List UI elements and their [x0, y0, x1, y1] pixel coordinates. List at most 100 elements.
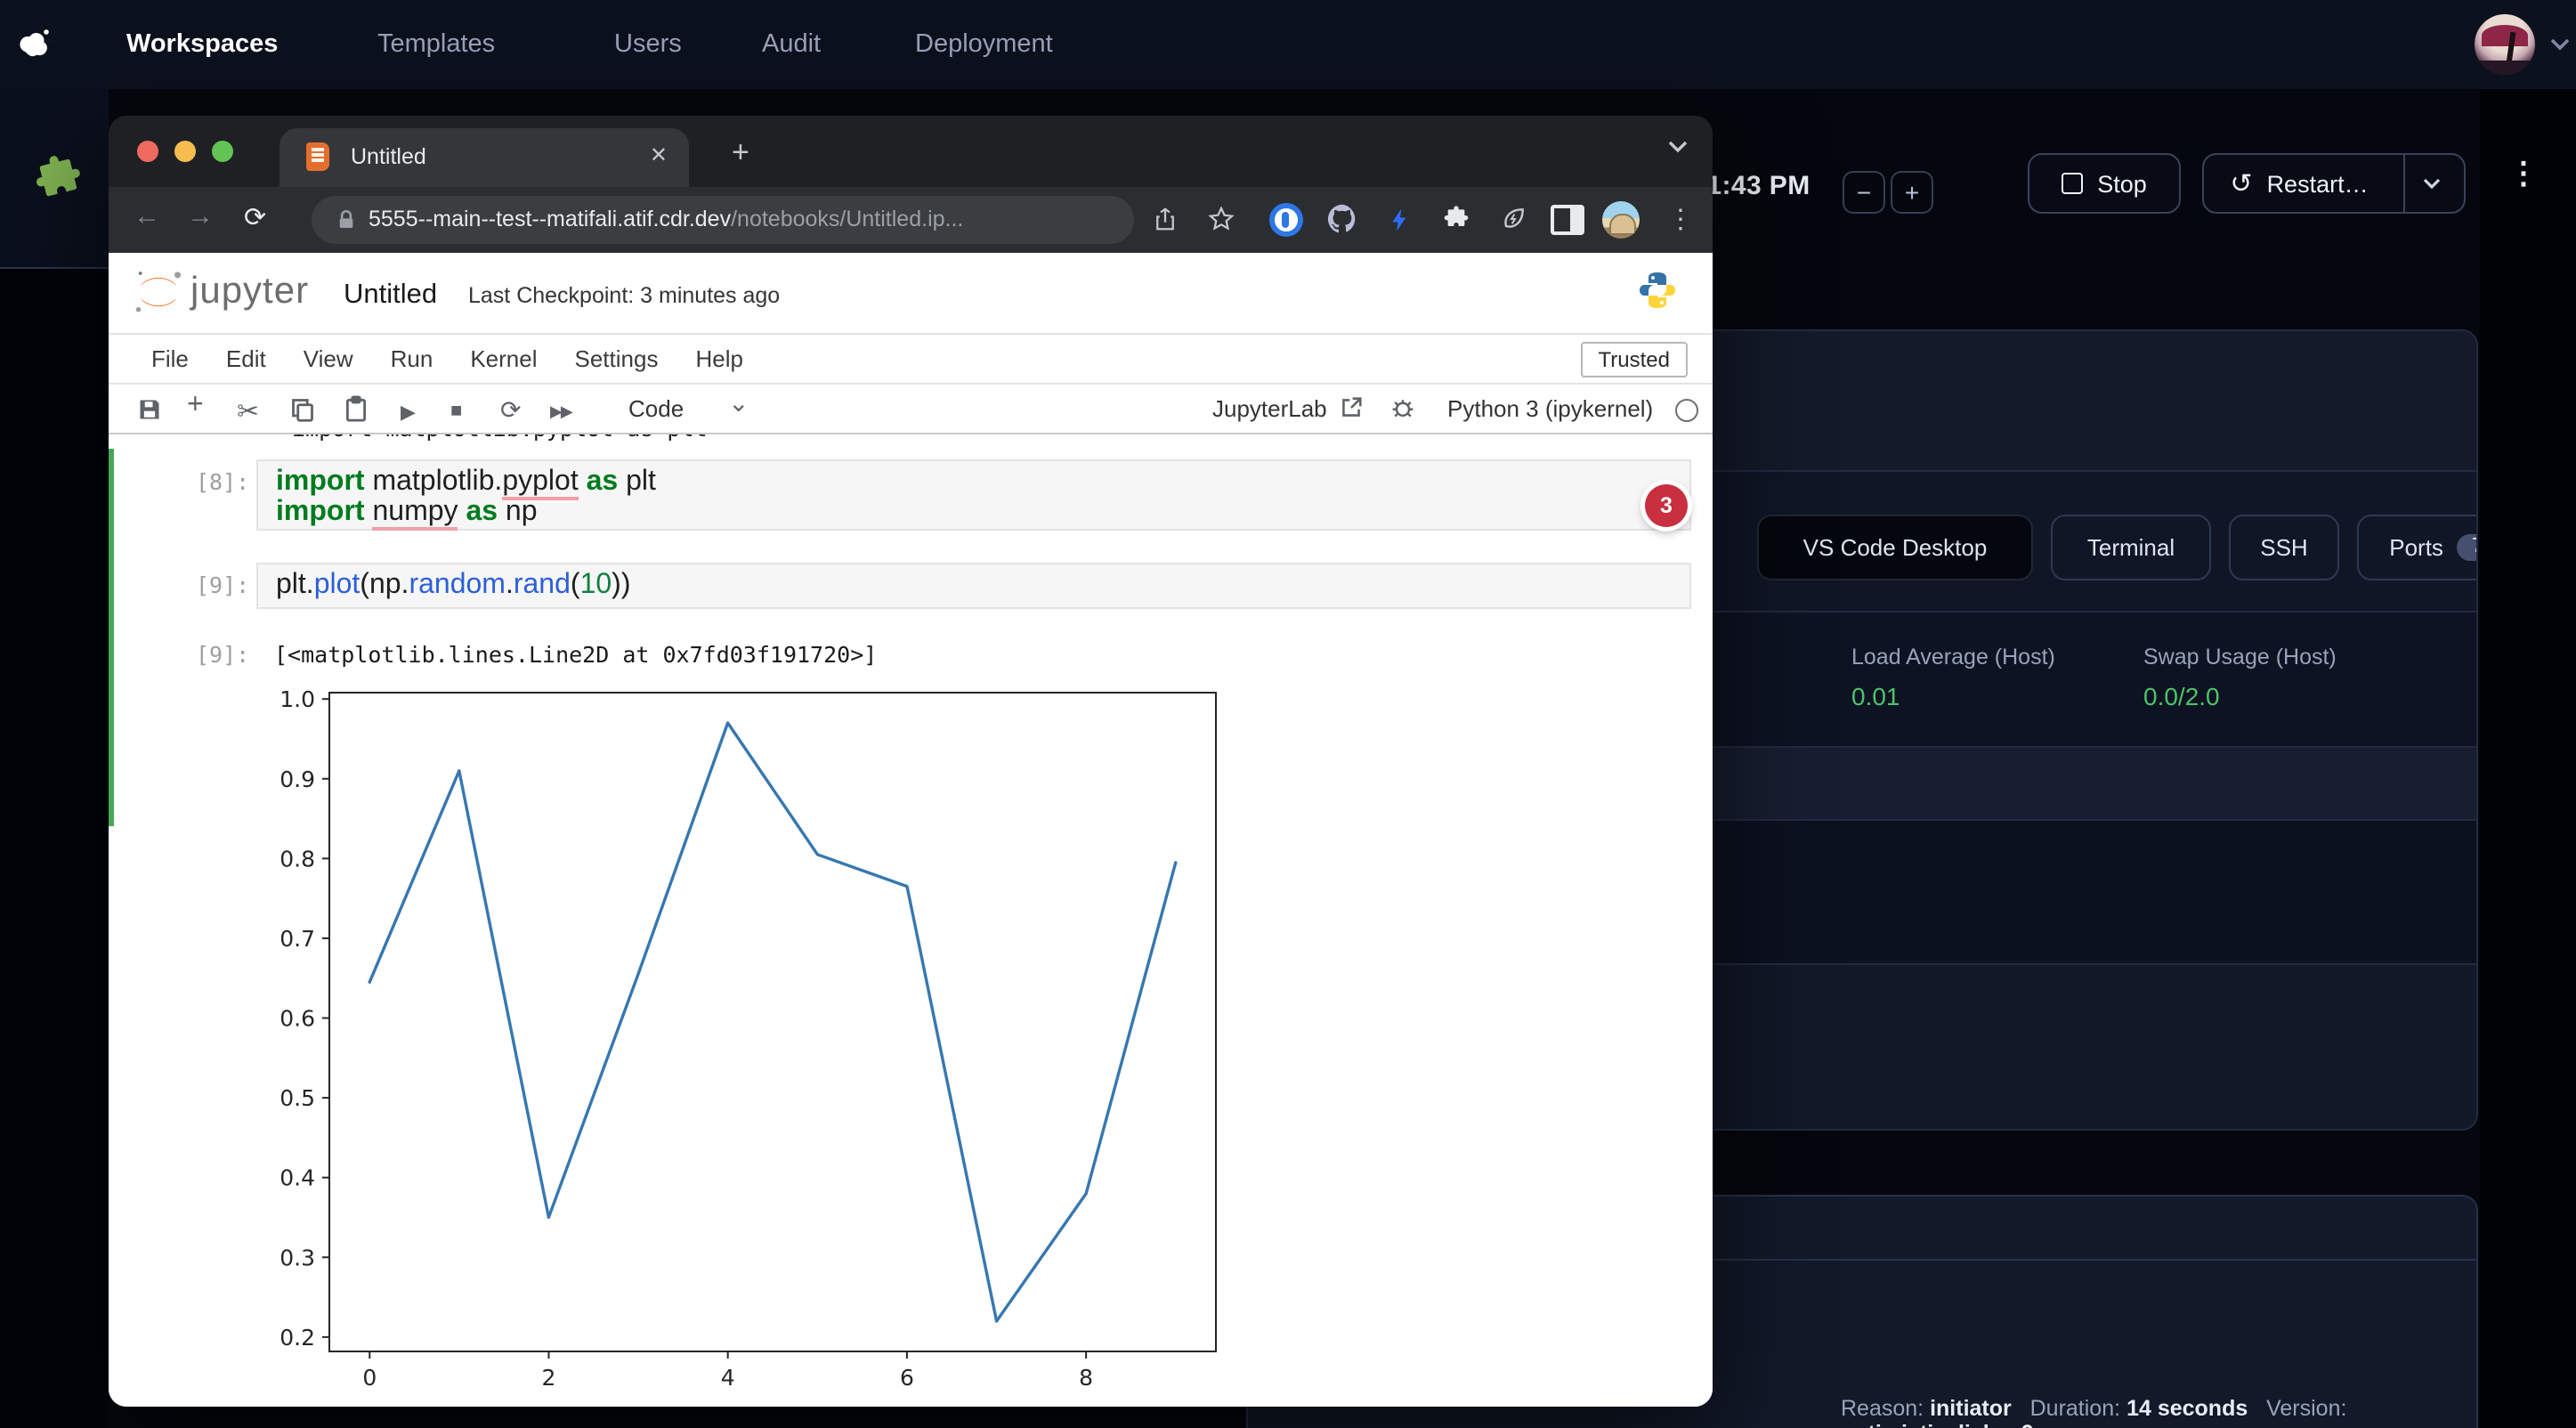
nav-users[interactable]: Users — [614, 0, 682, 89]
nav-deployment[interactable]: Deployment — [915, 0, 1053, 89]
debugger-bug-icon[interactable] — [1390, 395, 1415, 420]
external-link-icon — [1341, 397, 1362, 418]
save-icon[interactable] — [137, 397, 162, 422]
code-cell[interactable]: import matplotlib.pyplot as pltimport nu… — [256, 459, 1691, 531]
reload-icon[interactable]: ⟳ — [244, 201, 266, 233]
new-tab-button[interactable]: + — [732, 135, 749, 171]
bookmark-star-icon[interactable] — [1202, 199, 1241, 239]
stat-value: 0.0/2.0 — [2143, 682, 2337, 710]
menu-kernel[interactable]: Kernel — [470, 345, 537, 371]
app-button-ssh[interactable]: SSH — [2229, 515, 2339, 580]
svg-text:2: 2 — [542, 1365, 556, 1391]
app-button-ports[interactable]: Ports 7 — [2357, 515, 2478, 580]
kernel-status-icon — [1675, 399, 1698, 422]
browser-kebab-icon[interactable]: ⋮ — [1661, 199, 1700, 239]
left-sidebar-top — [0, 89, 109, 269]
menu-view[interactable]: View — [304, 345, 353, 371]
decrease-button[interactable]: − — [1843, 171, 1885, 214]
window-close-button[interactable] — [137, 141, 158, 162]
checkpoint-status: Last Checkpoint: 3 minutes ago — [468, 283, 780, 308]
jupyter-page: jupyter Untitled Last Checkpoint: 3 minu… — [109, 253, 1713, 1407]
window-zoom-button[interactable] — [212, 141, 233, 162]
menu-help[interactable]: Help — [695, 345, 743, 371]
top-navbar: Workspaces Templates Users Audit Deploym… — [0, 0, 2576, 89]
jupyterlab-link[interactable]: JupyterLab — [1212, 395, 1327, 422]
workspace-menu-button[interactable]: ⋮ — [2508, 157, 2539, 192]
coder-logo-icon[interactable] — [16, 23, 59, 66]
jupyter-wordmark[interactable]: jupyter — [190, 271, 309, 313]
copy-cell-icon[interactable] — [290, 397, 315, 422]
build-meta: Reason: initiator Duration: 14 seconds V… — [1841, 1396, 2476, 1428]
menu-settings[interactable]: Settings — [575, 345, 659, 371]
notebook-title[interactable]: Untitled — [344, 280, 437, 312]
cell-activity-bar — [109, 449, 113, 826]
version-value: optimistic_liskov9 — [1841, 1421, 2034, 1428]
nav-templates[interactable]: Templates — [377, 0, 495, 89]
vscode-label: VS Code Desktop — [1803, 534, 1988, 561]
restart-dropdown[interactable] — [2404, 155, 2459, 212]
svg-text:0.9: 0.9 — [279, 767, 315, 792]
svg-text:0.8: 0.8 — [279, 846, 315, 872]
chevron-down-icon — [2424, 178, 2442, 189]
svg-text:0.5: 0.5 — [279, 1085, 315, 1111]
code-cell[interactable]: plt.plot(np.random.rand(10)) — [256, 563, 1691, 609]
increase-button[interactable]: + — [1891, 171, 1933, 214]
minus-icon: − — [1857, 178, 1871, 207]
trusted-button[interactable]: Trusted — [1581, 342, 1689, 377]
cut-cell-icon[interactable]: ✂ — [237, 395, 259, 427]
kernel-name[interactable]: Python 3 (ipykernel) — [1447, 395, 1653, 422]
energy-saver-leaf-icon[interactable] — [1494, 199, 1533, 239]
cell-prompt: [8]: — [196, 468, 249, 495]
svg-text:0: 0 — [362, 1365, 377, 1391]
paste-cell-icon[interactable] — [344, 395, 369, 422]
window-minimize-button[interactable] — [174, 141, 196, 162]
user-avatar[interactable] — [2475, 14, 2535, 75]
url-domain: 5555--main--test--matifali.atif.cdr.dev — [369, 207, 731, 231]
nav-audit[interactable]: Audit — [762, 0, 821, 89]
stop-workspace-button[interactable]: Stop — [2028, 153, 2181, 214]
url-path: /notebooks/Untitled.ip... — [731, 207, 963, 231]
back-icon[interactable]: ← — [134, 201, 160, 231]
restart-main[interactable]: ↺ Restart… — [2208, 155, 2389, 212]
duration-label: Duration: — [2030, 1396, 2120, 1421]
svg-text:0.4: 0.4 — [279, 1165, 315, 1191]
app-button-terminal[interactable]: Terminal — [2051, 515, 2211, 580]
browser-toolbar: ← → ⟳ 5555--main--test--matifali.atif.cd… — [109, 187, 1713, 253]
restart-workspace-button[interactable]: ↺ Restart… — [2202, 153, 2466, 214]
left-sidebar-bottom — [0, 269, 109, 1428]
menu-edit[interactable]: Edit — [226, 345, 266, 371]
forward-icon[interactable]: → — [187, 201, 214, 231]
onepassword-extension-icon[interactable] — [1266, 199, 1305, 239]
run-all-icon[interactable]: ▶▶ — [550, 402, 571, 422]
add-cell-icon[interactable]: + — [187, 390, 204, 422]
stat-label: Load Average (Host) — [1851, 645, 2055, 669]
interrupt-kernel-icon[interactable]: ■ — [450, 401, 462, 422]
browser-tab[interactable]: Untitled ✕ — [279, 128, 689, 187]
ports-count-badge: 7 — [2458, 534, 2478, 562]
side-panel-icon[interactable] — [1547, 199, 1586, 239]
chevron-down-icon[interactable] — [2549, 37, 2571, 52]
share-icon[interactable] — [1145, 199, 1184, 239]
tab-search-chevron-icon[interactable] — [1666, 139, 1689, 155]
app-button-vscode[interactable]: VS Code Desktop — [1757, 515, 2033, 580]
menu-file[interactable]: File — [151, 345, 189, 371]
tab-close-icon[interactable]: ✕ — [650, 142, 668, 167]
nav-workspaces[interactable]: Workspaces — [126, 0, 278, 89]
cell-type-chevron-icon[interactable]: ⌄ — [728, 388, 749, 418]
tab-title: Untitled — [351, 144, 426, 169]
notification-badge[interactable]: 3 — [1645, 484, 1688, 527]
address-bar[interactable]: 5555--main--test--matifali.atif.cdr.dev/… — [312, 196, 1134, 244]
extension-puzzle-icon[interactable] — [27, 148, 92, 213]
version-label: Version: — [2266, 1396, 2346, 1421]
cell-prompt: [9]: — [196, 572, 249, 598]
restart-kernel-icon[interactable]: ⟳ — [500, 395, 521, 426]
menu-run[interactable]: Run — [391, 345, 433, 371]
run-cell-icon[interactable]: ▶ — [401, 401, 416, 424]
bolt-extension-icon[interactable] — [1380, 199, 1419, 239]
browser-profile-avatar[interactable] — [1600, 199, 1640, 239]
svg-text:6: 6 — [900, 1365, 914, 1391]
extensions-puzzle-icon[interactable] — [1437, 199, 1476, 239]
browser-tabstrip: Untitled ✕ + — [109, 116, 1713, 187]
cell-type-select[interactable]: Code — [628, 395, 684, 422]
github-extension-icon[interactable] — [1323, 199, 1362, 239]
